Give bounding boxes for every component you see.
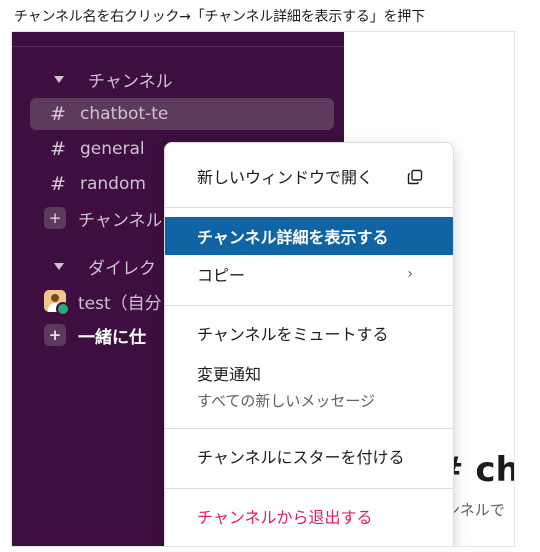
sidebar-item-chatbot[interactable]: # chatbot-te bbox=[30, 98, 334, 130]
add-dm-label: 一緒に仕 bbox=[78, 327, 146, 348]
avatar bbox=[44, 290, 70, 316]
dm-header-label: ダイレク bbox=[88, 258, 156, 279]
menu-item-star[interactable]: チャンネルにスターを付ける bbox=[165, 437, 453, 475]
menu-label: コピー bbox=[197, 266, 246, 285]
slack-window: チャンネル # chatbot-te # general # random + … bbox=[11, 31, 515, 547]
menu-item-leave[interactable]: チャンネルから退出する bbox=[165, 497, 453, 535]
channel-label: general bbox=[80, 139, 145, 159]
menu-label: チャンネルから退出する bbox=[197, 508, 373, 527]
menu-label: チャンネルにスターを付ける bbox=[197, 448, 405, 467]
dm-label: test（自分 bbox=[78, 293, 162, 314]
hash-icon: # bbox=[50, 103, 66, 125]
online-status-icon bbox=[56, 302, 70, 316]
sidebar-divider bbox=[12, 46, 344, 47]
menu-divider bbox=[165, 428, 453, 429]
menu-divider bbox=[165, 305, 453, 306]
menu-item-mute[interactable]: チャンネルをミュートする bbox=[165, 314, 453, 352]
hash-icon: # bbox=[50, 138, 66, 160]
menu-item-open-new-window[interactable]: 新しいウィンドウで開く bbox=[165, 157, 453, 195]
menu-label: 変更通知 bbox=[197, 365, 262, 384]
notifications-value: すべての新しいメッセージ bbox=[197, 392, 376, 410]
caret-down-icon bbox=[54, 262, 64, 270]
channels-header-label: チャンネル bbox=[88, 71, 173, 92]
chevron-right-icon: › bbox=[407, 266, 413, 282]
channel-label: random bbox=[80, 174, 146, 194]
menu-divider bbox=[165, 488, 453, 489]
menu-item-view-details[interactable]: チャンネル詳細を表示する bbox=[165, 217, 453, 255]
channel-label: chatbot-te bbox=[80, 104, 169, 124]
channels-section-header[interactable]: チャンネル bbox=[40, 67, 173, 92]
add-channel-label: チャンネル bbox=[78, 210, 163, 231]
menu-item-copy[interactable]: コピー › bbox=[165, 255, 453, 293]
instruction-caption: チャンネル名を右クリック→「チャンネル詳細を表示する」を押下 bbox=[14, 9, 425, 25]
menu-label: チャンネルをミュートする bbox=[197, 325, 389, 344]
menu-divider bbox=[165, 207, 453, 208]
dm-section-header[interactable]: ダイレク bbox=[40, 254, 156, 279]
menu-label: 新しいウィンドウで開く bbox=[197, 168, 374, 187]
new-window-icon bbox=[407, 169, 423, 185]
menu-label: チャンネル詳細を表示する bbox=[197, 228, 389, 247]
plus-icon: + bbox=[44, 324, 66, 346]
hash-icon: # bbox=[50, 173, 66, 195]
plus-icon: + bbox=[44, 207, 66, 229]
context-menu: 新しいウィンドウで開く チャンネル詳細を表示する コピー › チャンネルをミュー… bbox=[164, 142, 454, 546]
caret-down-icon bbox=[54, 75, 64, 83]
